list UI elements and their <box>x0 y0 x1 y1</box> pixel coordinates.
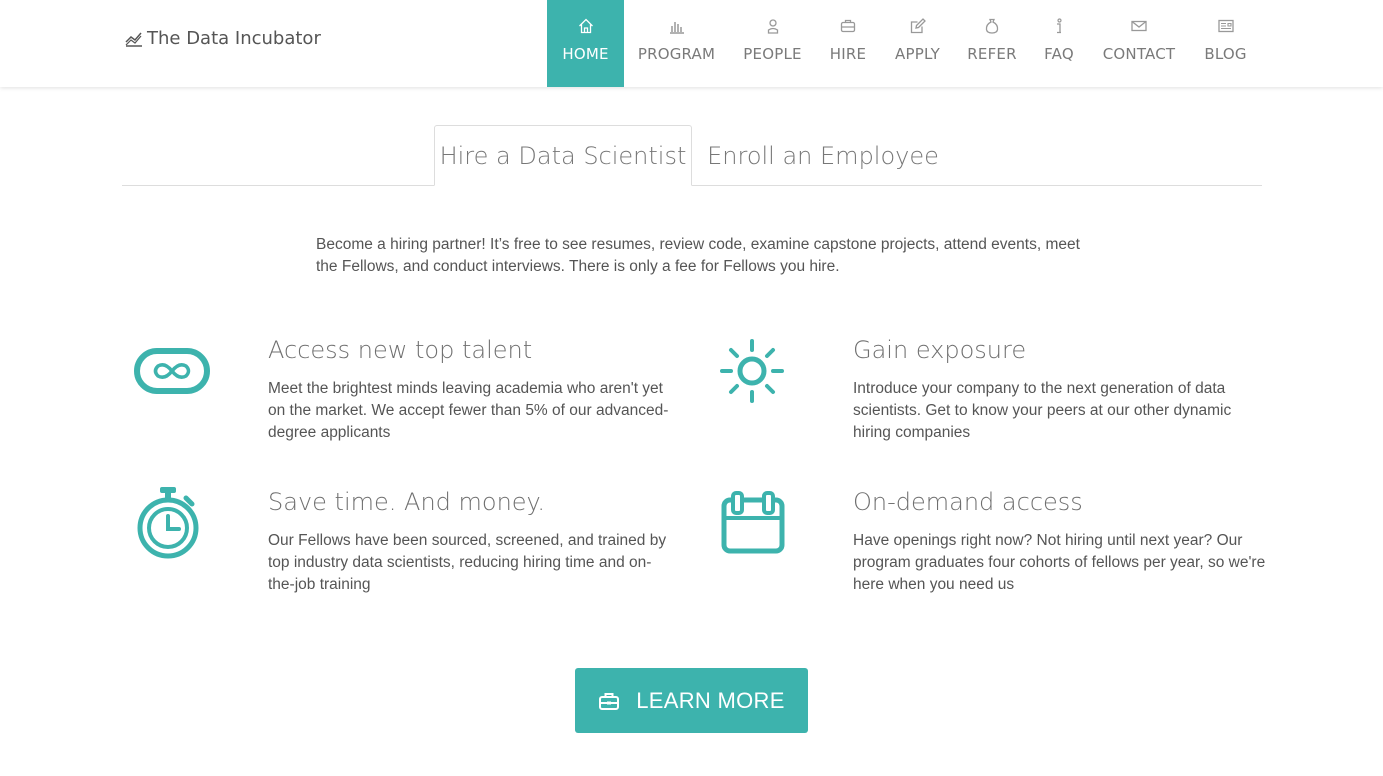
tab-label: Hire a Data Scientist <box>439 141 687 170</box>
nav-hire[interactable]: HIRE <box>816 0 880 87</box>
stopwatch-icon <box>137 487 199 559</box>
feature-title-on-demand: On-demand access <box>853 488 1083 516</box>
nav-program[interactable]: PROGRAM <box>624 0 729 87</box>
feature-text-on-demand: Have openings right now? Not hiring unti… <box>853 532 1266 593</box>
feature-text-save-time: Our Fellows have been sourced, screened,… <box>268 532 667 593</box>
nav-blog[interactable]: BLOG <box>1189 0 1262 87</box>
site-header: The Data Incubator HOME PROGRAM PEOPLE H… <box>0 0 1383 87</box>
briefcase-icon <box>599 692 620 710</box>
envelope-icon <box>1131 20 1147 32</box>
info-icon <box>1057 18 1062 34</box>
chart-line-icon <box>125 32 142 47</box>
main-nav: HOME PROGRAM PEOPLE HIRE APPLY REFER FAQ… <box>547 0 1262 87</box>
hire-tabs: Hire a Data Scientist Enroll an Employee <box>122 125 1262 186</box>
brand-name: The Data Incubator <box>147 28 321 49</box>
home-icon <box>578 18 593 34</box>
feature-title-talent: Access new top talent <box>268 336 533 364</box>
nav-label: HIRE <box>829 45 867 63</box>
nav-label: HOME <box>562 45 609 63</box>
nav-apply[interactable]: APPLY <box>880 0 955 87</box>
person-icon <box>767 19 778 34</box>
bar-chart-icon <box>669 22 684 34</box>
intro-text: Become a hiring partner! It’s free to se… <box>316 236 1080 275</box>
nav-label: PEOPLE <box>743 45 802 63</box>
nav-label: FAQ <box>1044 45 1074 63</box>
tab-hire-data-scientist[interactable]: Hire a Data Scientist <box>434 125 692 186</box>
sack-icon <box>985 18 999 34</box>
tab-enroll-employee[interactable]: Enroll an Employee <box>702 125 944 186</box>
brand-logo[interactable]: The Data Incubator <box>125 28 321 49</box>
nav-label: APPLY <box>895 45 940 63</box>
tab-label: Enroll an Employee <box>707 141 939 170</box>
briefcase-icon <box>840 19 856 33</box>
nav-label: CONTACT <box>1102 45 1176 63</box>
nav-people[interactable]: PEOPLE <box>729 0 816 87</box>
nav-refer[interactable]: REFER <box>955 0 1029 87</box>
feature-text-exposure: Introduce your company to the next gener… <box>853 380 1232 441</box>
feature-text-talent: Meet the brightest minds leaving academi… <box>268 380 669 441</box>
sun-icon <box>720 339 784 403</box>
infinity-icon <box>134 348 210 394</box>
learn-more-label: LEARN MORE <box>636 687 785 713</box>
newspaper-icon <box>1217 19 1234 33</box>
calendar-icon <box>721 491 785 554</box>
nav-label: PROGRAM <box>637 45 716 63</box>
feature-title-save-time: Save time. And money. <box>268 488 545 516</box>
nav-contact[interactable]: CONTACT <box>1089 0 1189 87</box>
feature-title-exposure: Gain exposure <box>853 336 1027 364</box>
nav-home[interactable]: HOME <box>547 0 624 87</box>
pencil-icon <box>910 18 926 34</box>
nav-label: BLOG <box>1204 45 1247 63</box>
learn-more-button[interactable]: LEARN MORE <box>575 668 808 733</box>
nav-faq[interactable]: FAQ <box>1029 0 1089 87</box>
nav-label: REFER <box>967 45 1017 63</box>
